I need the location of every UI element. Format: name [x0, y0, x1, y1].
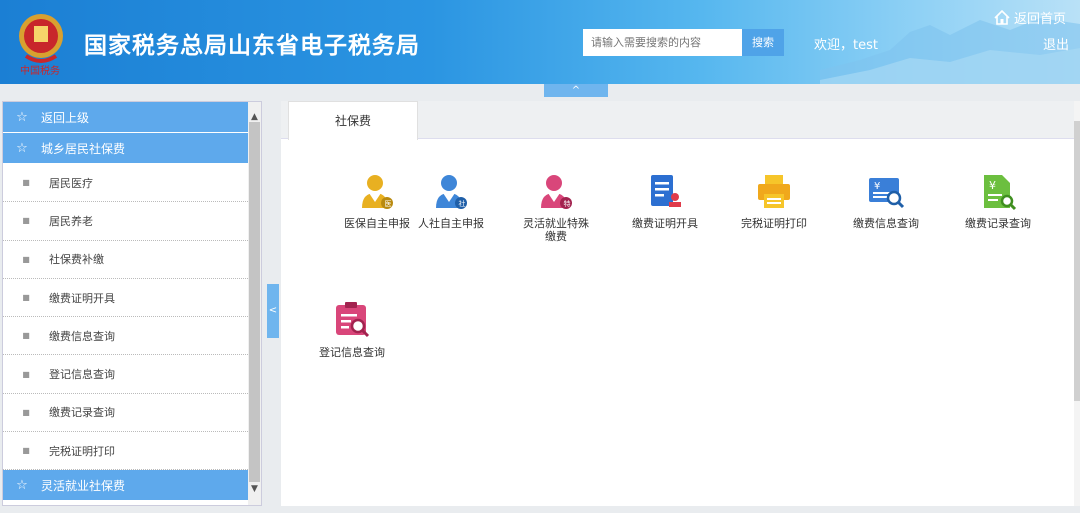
main-scrollbar[interactable] — [1074, 101, 1080, 506]
sidebar-group-flexible[interactable]: ☆ 灵活就业社保费 — [3, 470, 250, 502]
svg-text:¥: ¥ — [989, 179, 996, 192]
svg-text:中国税务: 中国税务 — [20, 64, 60, 76]
sidebar-back-label: 返回上级 — [41, 110, 90, 125]
app-label: 缴费证明开具 — [632, 217, 698, 230]
scroll-down-icon[interactable]: ▼ — [248, 482, 261, 496]
star-icon: ☆ — [16, 109, 28, 125]
bullet-icon: ■ — [22, 407, 30, 417]
bullet-icon: ■ — [22, 331, 30, 341]
person-social-icon: 社 — [436, 175, 467, 209]
registration-search-icon — [336, 302, 370, 338]
tax-emblem-icon: 中国税务 — [19, 14, 63, 76]
scrollbar-thumb[interactable] — [1074, 121, 1080, 401]
scrollbar-thumb[interactable] — [249, 122, 260, 482]
svg-text:¥: ¥ — [874, 181, 880, 192]
sidebar-group-label: 城乡居民社保费 — [41, 141, 126, 156]
sidebar-item[interactable]: ■ 缴费证明开具 — [3, 279, 250, 318]
app-label: 完税证明打印 — [741, 217, 807, 230]
tab-social-insurance[interactable]: 社保费 — [288, 101, 418, 140]
app-label: 人社自主申报 — [418, 217, 484, 230]
app-label: 缴费信息查询 — [853, 217, 919, 230]
sidebar-item-label: 登记信息查询 — [49, 368, 115, 382]
payment-search-icon: ¥ — [869, 178, 905, 209]
sidebar-item[interactable]: ■ 登记信息查询 — [3, 355, 250, 394]
tab-bar: 社保费 — [281, 101, 1080, 140]
top-header: 中国税务 国家税务总局山东省电子税务局 搜索 欢迎，test 返回首页 退出 — [0, 0, 1080, 84]
bullet-icon: ■ — [22, 254, 30, 264]
sidebar-item-label: 社保费补缴 — [49, 253, 104, 267]
site-title: 国家税务总局山东省电子税务局 — [84, 33, 420, 59]
bullet-icon: ■ — [22, 446, 30, 456]
bullet-icon: ■ — [22, 369, 30, 379]
svg-text:社: 社 — [459, 199, 466, 208]
welcome-text: 欢迎，test — [814, 38, 878, 53]
sidebar-scrollbar[interactable]: ▲ ▼ — [248, 102, 261, 505]
sidebar: ☆ 返回上级 ☆ 城乡居民社保费 ■ 居民医疗 ■ 居民养老 ■ 社保费补缴 ■ 缴费证… — [2, 101, 262, 506]
svg-text:医: 医 — [385, 200, 392, 208]
home-icon — [994, 10, 1010, 25]
record-search-icon: ¥ — [984, 175, 1017, 211]
bullet-icon: ■ — [22, 178, 30, 188]
star-icon: ☆ — [16, 140, 28, 156]
sidebar-item-label: 居民养老 — [49, 214, 93, 228]
search-input[interactable] — [583, 29, 742, 56]
app-payment-info-query[interactable]: ¥ 缴费信息查询 — [831, 172, 941, 230]
logout-link[interactable]: 退出 — [1043, 34, 1069, 53]
sidebar-item-label: 居民医疗 — [49, 176, 93, 190]
person-medical-icon: 医 — [362, 175, 393, 209]
sidebar-item[interactable]: ■ 缴费信息查询 — [3, 317, 250, 356]
sidebar-item-label: 缴费证明开具 — [49, 291, 115, 305]
sidebar-item[interactable]: ■ 缴费记录查询 — [3, 394, 250, 433]
sidebar-item[interactable]: ■ 完税证明打印 — [3, 432, 250, 471]
sidebar-item-label: 完税证明打印 — [49, 444, 115, 458]
sidebar-back[interactable]: ☆ 返回上级 — [3, 102, 250, 133]
certificate-stamp-icon — [651, 175, 681, 207]
sidebar-item[interactable]: ■ 居民养老 — [3, 202, 250, 241]
collapse-header-button[interactable]: ^ — [544, 84, 608, 97]
app-payment-certificate[interactable]: 缴费证明开具 — [610, 172, 720, 230]
svg-text:特: 特 — [564, 199, 571, 208]
sidebar-item[interactable]: ■ 居民医疗 — [3, 164, 250, 203]
collapse-sidebar-button[interactable]: < — [267, 284, 279, 338]
sidebar-group-label: 灵活就业社保费 — [41, 478, 126, 493]
app-label: 灵活就业特殊缴费 — [523, 217, 589, 243]
app-label: 登记信息查询 — [319, 346, 385, 359]
sidebar-list: ☆ 返回上级 ☆ 城乡居民社保费 ■ 居民医疗 ■ 居民养老 ■ 社保费补缴 ■ 缴费证… — [3, 102, 250, 502]
app-label: 缴费记录查询 — [965, 217, 1031, 230]
home-link-label: 返回首页 — [1014, 12, 1067, 27]
search-button[interactable]: 搜索 — [742, 29, 784, 56]
person-special-icon: 特 — [541, 175, 572, 209]
home-link[interactable]: 返回首页 — [994, 8, 1066, 27]
printer-icon — [758, 175, 790, 208]
sidebar-item[interactable]: ■ 社保费补缴 — [3, 241, 250, 279]
bullet-icon: ■ — [22, 293, 30, 303]
sidebar-item-label: 缴费信息查询 — [49, 329, 115, 343]
app-flexible-special[interactable]: 特 灵活就业特殊缴费 — [501, 172, 611, 243]
sidebar-group-resident[interactable]: ☆ 城乡居民社保费 — [3, 133, 250, 164]
bullet-icon: ■ — [22, 216, 30, 226]
app-social-declare[interactable]: 社 人社自主申报 — [396, 172, 506, 230]
app-payment-record-query[interactable]: ¥ 缴费记录查询 — [943, 172, 1053, 230]
sidebar-item-label: 缴费记录查询 — [49, 406, 115, 420]
app-tax-certificate-print[interactable]: 完税证明打印 — [719, 172, 829, 230]
star-icon: ☆ — [16, 477, 28, 493]
main-panel: 社保费 医 医保自主申报 社 人社自主申报 特 灵活就业特殊缴费 缴费证明开具 … — [281, 101, 1080, 506]
app-registration-query[interactable]: 登记信息查询 — [297, 301, 407, 359]
